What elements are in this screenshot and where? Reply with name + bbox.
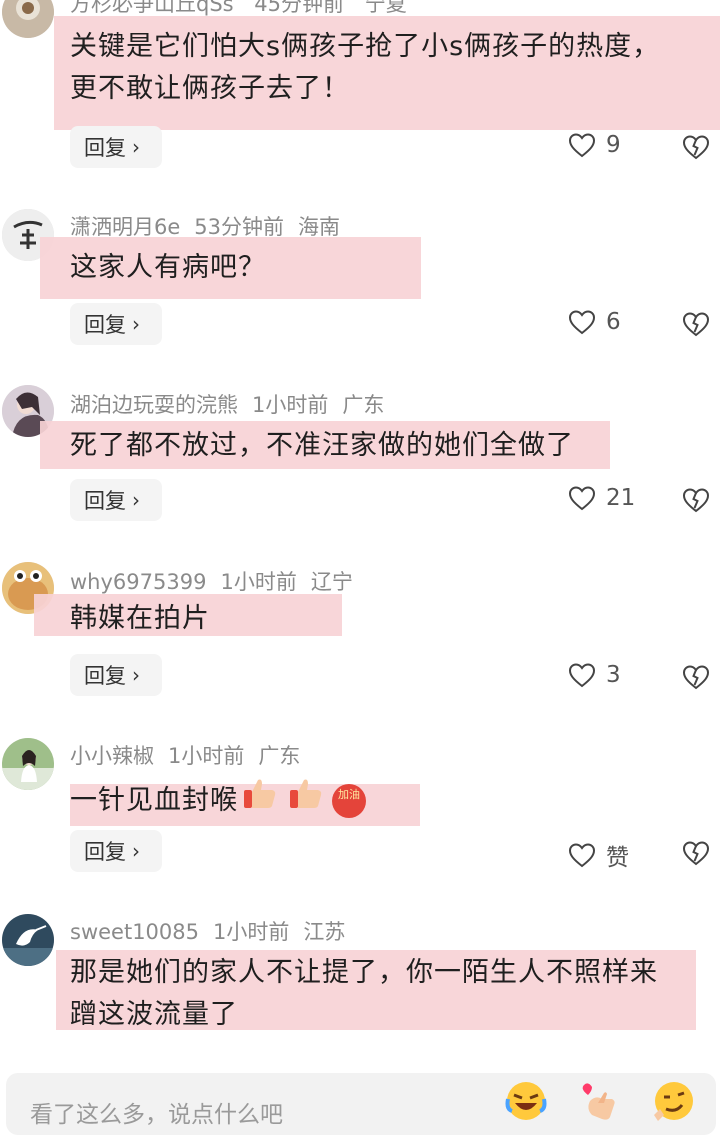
reply-label: 回复 (84, 489, 126, 513)
comment-text-line: 蹭这波流量了 (70, 999, 238, 1030)
broken-heart-icon (682, 488, 710, 513)
comment-username[interactable]: 方杉必争山丘qSs (70, 0, 234, 16)
chevron-right-icon: › (132, 488, 140, 512)
heart-icon (568, 310, 596, 335)
comment-location: 辽宁 (310, 570, 353, 594)
comment-time: 45分钟前 (254, 0, 345, 16)
like-button[interactable]: 赞 (568, 838, 629, 872)
chevron-right-icon: › (132, 663, 140, 687)
avatar[interactable] (2, 738, 54, 790)
comment-text-line: 一针见血封喉 (70, 784, 238, 816)
comment-meta: 湖泊边玩耍的浣熊 1小时前 广东 (70, 389, 398, 419)
broken-heart-icon (682, 312, 710, 337)
comment-input-placeholder: 看了这么多，说点什么吧 (30, 1102, 283, 1128)
reply-button[interactable]: 回复 › (70, 654, 162, 696)
comment-text[interactable]: 韩媒在拍片 (70, 598, 210, 640)
like-button[interactable]: 3 (568, 662, 621, 688)
dislike-button[interactable] (682, 840, 710, 870)
comment-meta: why6975399 1小时前 辽宁 (70, 566, 367, 596)
comment-meta: sweet10085 1小时前 江苏 (70, 916, 359, 946)
comment-text-line: 关键是它们怕大s俩孩子抢了小s俩孩子的热度， (70, 31, 661, 62)
broken-heart-icon (682, 841, 710, 866)
comment-text[interactable]: 这家人有病吧？ (70, 247, 266, 289)
comment-location: 广东 (258, 744, 301, 768)
like-count: 赞 (606, 845, 629, 871)
broken-heart-icon (682, 665, 710, 690)
comment-text-line: 这家人有病吧？ (70, 252, 266, 283)
comment-time: 1小时前 (220, 570, 297, 594)
like-button[interactable]: 6 (568, 309, 621, 335)
comment-time: 1小时前 (252, 393, 329, 417)
like-count: 6 (606, 309, 621, 335)
reply-button[interactable]: 回复 › (70, 830, 162, 872)
broken-heart-icon (682, 135, 710, 160)
heart-icon (568, 486, 596, 511)
avatar[interactable] (2, 0, 54, 38)
like-count: 21 (606, 485, 636, 511)
reply-label: 回复 (84, 664, 126, 688)
comment-time: 53分钟前 (194, 215, 285, 239)
reply-label: 回复 (84, 313, 126, 337)
comment-text-line: 更不敢让俩孩子去了！ (70, 73, 350, 104)
comment-text-line: 死了都不放过，不准汪家做的她们全做了 (70, 430, 574, 461)
like-button[interactable]: 21 (568, 485, 635, 511)
like-button[interactable]: 9 (568, 132, 621, 158)
chevron-right-icon: › (132, 135, 140, 159)
comment-text[interactable]: 那是她们的家人不让提了，你一陌生人不照样来 蹭这波流量了 (70, 952, 658, 1036)
comment-location: 宁夏 (364, 0, 407, 16)
dislike-button[interactable] (682, 311, 710, 341)
finger-heart-emoji-icon[interactable] (578, 1079, 622, 1127)
comment-location: 海南 (298, 215, 341, 239)
comment-username[interactable]: 湖泊边玩耍的浣熊 (70, 393, 238, 417)
comment-location: 广东 (342, 393, 385, 417)
reply-button[interactable]: 回复 › (70, 126, 162, 168)
comment-username[interactable]: sweet10085 (70, 920, 199, 944)
jiayou-sticker-icon: 加油 (332, 783, 366, 818)
comment-username[interactable]: why6975399 (70, 570, 206, 594)
comment-text[interactable]: 关键是它们怕大s俩孩子抢了小s俩孩子的热度， 更不敢让俩孩子去了！ (70, 26, 660, 110)
comment-composer-bar: 看了这么多，说点什么吧 (0, 1065, 720, 1139)
heart-icon (568, 843, 596, 868)
heart-icon (568, 663, 596, 688)
thumbs-up-icon (288, 776, 324, 825)
chevron-right-icon: › (132, 839, 140, 863)
reply-label: 回复 (84, 840, 126, 864)
reply-label: 回复 (84, 136, 126, 160)
avatar[interactable] (2, 914, 54, 966)
comment-time: 1小时前 (168, 744, 245, 768)
like-count: 9 (606, 132, 621, 158)
comment-text-line: 韩媒在拍片 (70, 603, 210, 634)
comment-username[interactable]: 小小辣椒 (70, 744, 154, 768)
dislike-button[interactable] (682, 487, 710, 517)
heart-icon (568, 133, 596, 158)
thumbs-up-icon (242, 776, 278, 825)
comment-text[interactable]: 死了都不放过，不准汪家做的她们全做了 (70, 425, 574, 467)
chevron-right-icon: › (132, 312, 140, 336)
reply-button[interactable]: 回复 › (70, 479, 162, 521)
comment-location: 江苏 (303, 920, 346, 944)
laugh-cry-emoji-icon[interactable] (504, 1079, 548, 1127)
comment-text-line: 那是她们的家人不让提了，你一陌生人不照样来 (70, 957, 658, 988)
comment-username[interactable]: 潇洒明月6e (70, 215, 180, 239)
comment-time: 1小时前 (213, 920, 290, 944)
smirk-emoji-icon[interactable] (650, 1079, 696, 1127)
like-count: 3 (606, 662, 621, 688)
reply-button[interactable]: 回复 › (70, 303, 162, 345)
dislike-button[interactable] (682, 134, 710, 164)
comment-meta: 小小辣椒 1小时前 广东 (70, 740, 314, 770)
dislike-button[interactable] (682, 664, 710, 694)
comment-text[interactable]: 一针见血封喉 加油 (70, 776, 366, 825)
